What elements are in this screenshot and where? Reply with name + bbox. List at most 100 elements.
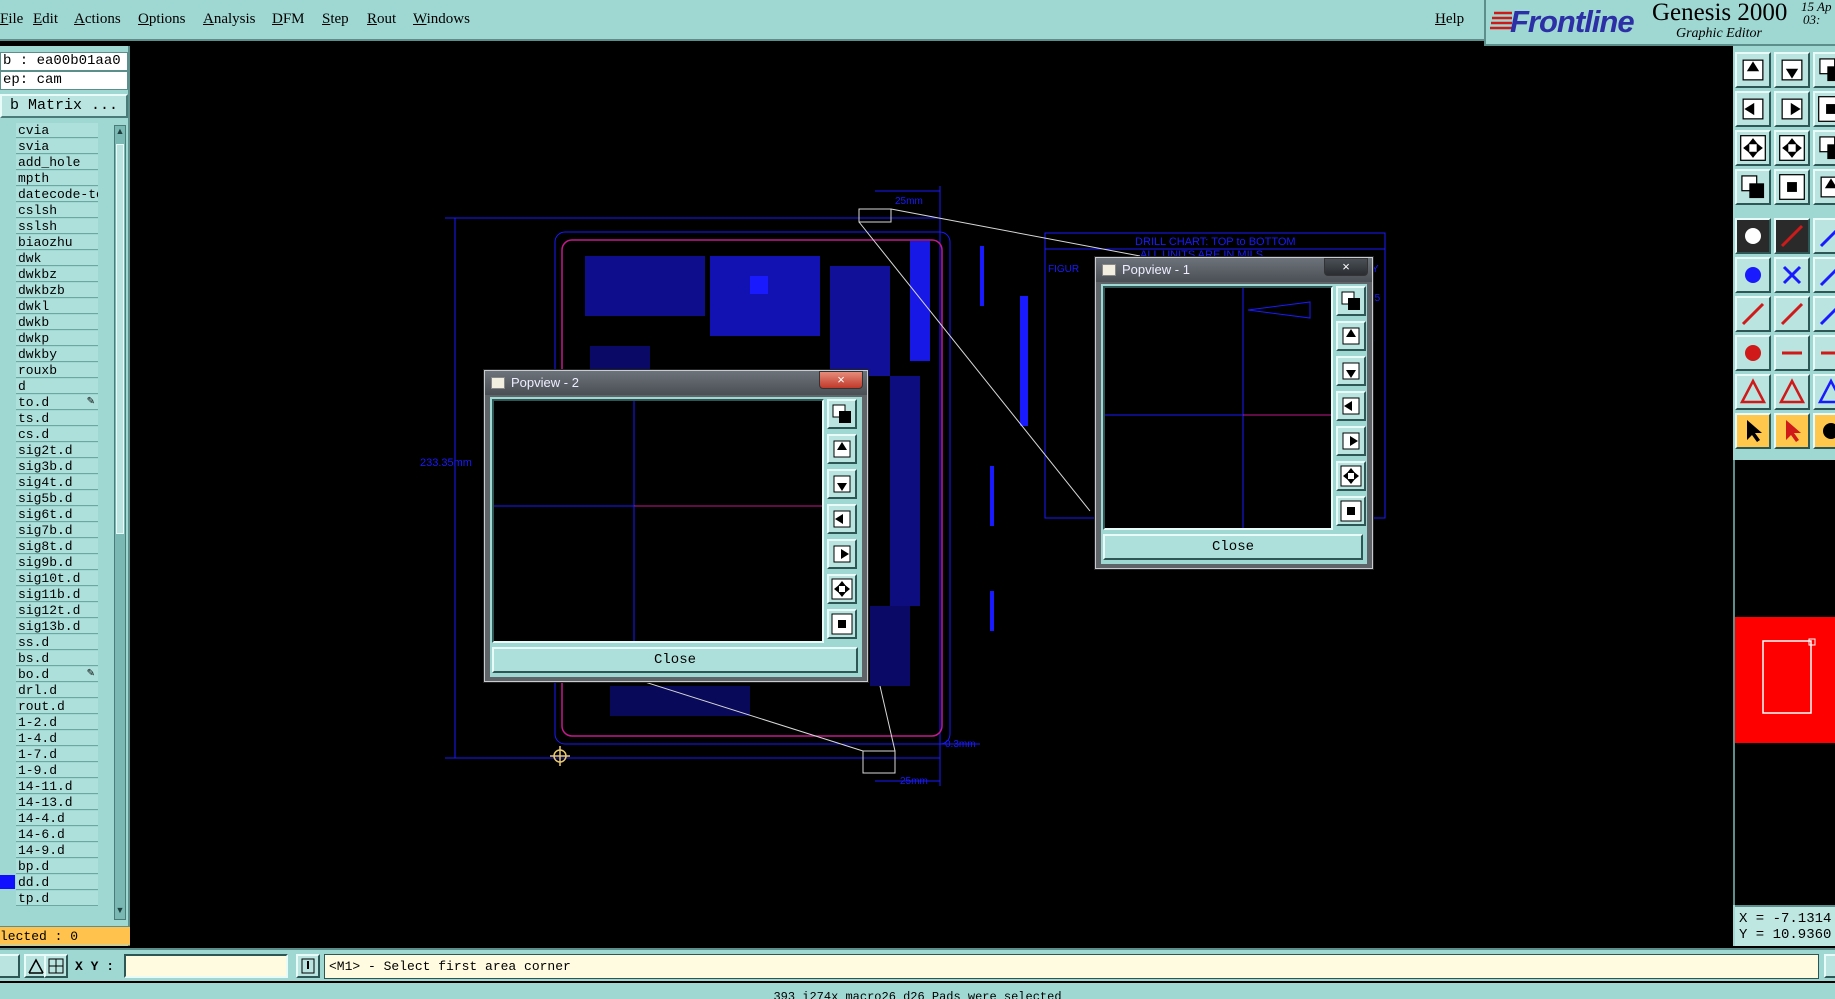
select-node-icon[interactable] [1735, 257, 1771, 293]
add-arc-icon[interactable] [1813, 218, 1835, 254]
popview-1-close-button[interactable]: Close [1103, 534, 1363, 560]
layer-item[interactable]: 1-4.d [16, 731, 98, 746]
zoom-out-icon[interactable] [1336, 496, 1366, 526]
layer-item[interactable]: 14-6.d [16, 827, 98, 842]
layer-item[interactable]: sig8t.d [16, 539, 98, 554]
layer-item[interactable]: dwkbz [16, 267, 98, 282]
layer-item[interactable]: tp.d [16, 891, 98, 906]
overview-map[interactable] [1735, 617, 1835, 743]
menu-file[interactable]: File [0, 11, 23, 28]
layer-item[interactable]: sslsh [16, 219, 98, 234]
toolbar-zoom-in-icon[interactable] [1735, 52, 1771, 88]
slash-icon[interactable] [1774, 296, 1810, 332]
split-icon[interactable] [1813, 335, 1835, 371]
pan-right-icon[interactable] [827, 539, 857, 569]
popview-2-titlebar[interactable]: Popview - 2 × [485, 371, 867, 395]
layer-item[interactable]: 1-2.d [16, 715, 98, 730]
select-red-arrow-icon[interactable] [1774, 413, 1810, 449]
layer-item[interactable]: svia [16, 139, 98, 154]
layer-item[interactable]: sig4t.d [16, 475, 98, 490]
toolbar-redraw-icon[interactable] [1735, 169, 1771, 205]
layer-item[interactable]: 14-9.d [16, 843, 98, 858]
route-icon[interactable] [1813, 257, 1835, 293]
cross-select-icon[interactable] [1774, 257, 1810, 293]
triangle-icon[interactable] [1735, 374, 1771, 410]
scrollbar-thumb[interactable] [116, 144, 124, 534]
layer-item[interactable]: sig10t.d [16, 571, 98, 586]
menu-dfm[interactable]: DFM [272, 11, 305, 28]
layer-item[interactable]: sig13b.d [16, 619, 98, 634]
layer-item[interactable]: cslsh [16, 203, 98, 218]
polygon-icon[interactable] [1813, 374, 1835, 410]
layer-item[interactable]: sig5b.d [16, 491, 98, 506]
layer-item[interactable]: sig2t.d [16, 443, 98, 458]
layer-item[interactable]: cvia [16, 123, 98, 138]
layer-item[interactable]: bo.d ✎ [16, 667, 98, 682]
layer-item[interactable]: mpth [16, 171, 98, 186]
layer-item[interactable]: rout.d [16, 699, 98, 714]
layer-item[interactable]: sig11b.d [16, 587, 98, 602]
layer-item[interactable]: bp.d [16, 859, 98, 874]
popview-2-close-x[interactable]: × [819, 371, 863, 389]
layer-item[interactable]: add_hole [16, 155, 98, 170]
prompt-end-button[interactable] [1824, 954, 1835, 978]
menu-help[interactable]: Help [1435, 11, 1464, 28]
layer-item[interactable]: sig6t.d [16, 507, 98, 522]
layer-item[interactable]: sig9b.d [16, 555, 98, 570]
pan-left-icon[interactable] [1336, 391, 1366, 421]
pan-up-icon[interactable] [1336, 321, 1366, 351]
toolbar-snap-icon[interactable] [1813, 169, 1835, 205]
layer-item[interactable]: 1-9.d [16, 763, 98, 778]
menu-rout[interactable]: Rout [367, 11, 396, 28]
pan-down-icon[interactable] [827, 469, 857, 499]
layer-item[interactable]: d [16, 379, 98, 394]
pan-down-icon[interactable] [1336, 356, 1366, 386]
popview-1-titlebar[interactable]: Popview - 1 × [1096, 258, 1372, 282]
zoom-out-icon[interactable] [827, 609, 857, 639]
zoom-fit-icon[interactable] [1336, 461, 1366, 491]
layer-item[interactable]: cs.d [16, 427, 98, 442]
pan-up-icon[interactable] [827, 434, 857, 464]
layer-list-scrollbar[interactable]: ▲ ▼ [114, 125, 126, 920]
graphic-canvas[interactable]: 233.35mm 25mm 25mm 0.3mm DRILL CHART: TO… [130, 46, 1733, 946]
toolbar-home-icon[interactable] [1774, 130, 1810, 166]
layer-item[interactable]: dwkby [16, 347, 98, 362]
toolbar-zoom-box-icon[interactable] [1813, 52, 1835, 88]
pan-left-icon[interactable] [827, 504, 857, 534]
job-matrix-button[interactable]: b Matrix ... [0, 94, 128, 118]
menu-actions[interactable]: Actions [74, 11, 121, 28]
toolbar-fit-icon[interactable] [1735, 130, 1771, 166]
layer-item[interactable]: 14-13.d [16, 795, 98, 810]
layer-item[interactable]: to.d ✎ [16, 395, 98, 410]
zoom-in-icon[interactable] [827, 399, 857, 429]
popview-1-close-x[interactable]: × [1324, 258, 1368, 276]
connect-icon[interactable] [1813, 296, 1835, 332]
layer-item[interactable]: 14-4.d [16, 811, 98, 826]
layer-color-swatch[interactable] [0, 875, 15, 889]
zoom-fit-icon[interactable] [827, 574, 857, 604]
layer-item[interactable]: sig12t.d [16, 603, 98, 618]
layer-item[interactable]: drl.d [16, 683, 98, 698]
layer-item[interactable]: dwkb [16, 315, 98, 330]
layer-item[interactable]: biaozhu [16, 235, 98, 250]
snap-button[interactable] [0, 954, 20, 978]
toolbar-one-to-one-icon[interactable] [1813, 91, 1835, 127]
toolbar-measure-icon[interactable] [1774, 169, 1810, 205]
info-icon[interactable] [296, 954, 320, 978]
select-arrow-icon[interactable] [1735, 413, 1771, 449]
draw-line-icon[interactable] [1735, 296, 1771, 332]
layer-item[interactable]: dwkbzb [16, 283, 98, 298]
layer-item[interactable]: ts.d [16, 411, 98, 426]
menu-options[interactable]: Options [138, 11, 186, 28]
menu-analysis[interactable]: Analysis [203, 11, 256, 28]
popview-2-view[interactable] [492, 399, 824, 643]
pan-right-icon[interactable] [1336, 426, 1366, 456]
layer-item[interactable]: sig3b.d [16, 459, 98, 474]
add-line-icon[interactable] [1774, 218, 1810, 254]
popview-1-view[interactable] [1103, 286, 1333, 530]
layer-item[interactable]: dwkp [16, 331, 98, 346]
menu-edit[interactable]: Edit [33, 11, 58, 28]
layer-item[interactable]: sig7b.d [16, 523, 98, 538]
angle-icon[interactable] [1774, 374, 1810, 410]
xy-input[interactable] [124, 954, 288, 978]
